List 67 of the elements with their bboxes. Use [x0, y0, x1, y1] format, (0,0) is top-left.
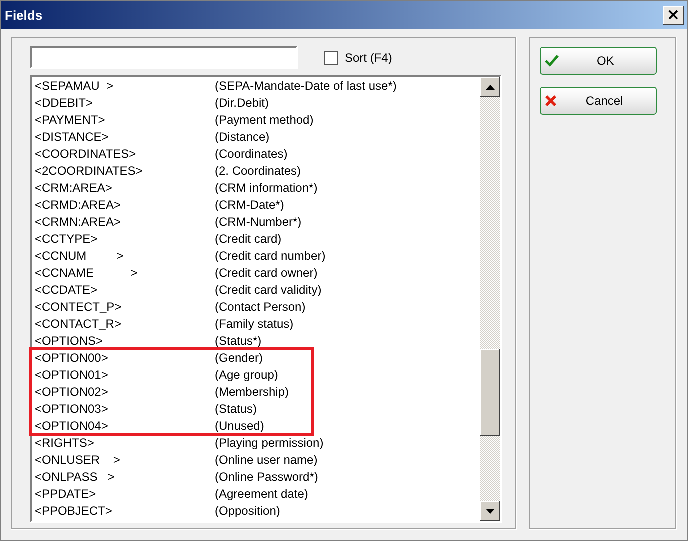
field-code[interactable]: <OPTION01>: [35, 368, 215, 382]
field-description[interactable]: (Contact Person): [215, 300, 306, 314]
field-code[interactable]: <OPTIONS>: [35, 334, 215, 348]
search-field[interactable]: [30, 46, 298, 69]
field-description[interactable]: (Status*): [215, 334, 262, 348]
field-description[interactable]: (Credit card): [215, 232, 282, 246]
field-description[interactable]: (Credit card owner): [215, 266, 318, 280]
field-description[interactable]: (Dir.Debit): [215, 96, 270, 110]
field-code[interactable]: <RIGHTS>: [35, 436, 215, 450]
field-code[interactable]: <CRM:AREA>: [35, 180, 215, 194]
field-description[interactable]: (Status): [215, 402, 258, 416]
field-code[interactable]: <PPOBJECT>: [35, 504, 215, 518]
field-description[interactable]: (Online Password*): [215, 470, 318, 484]
field-description[interactable]: (Online user name): [215, 452, 318, 466]
field-description[interactable]: (Family status): [215, 316, 294, 330]
field-description[interactable]: (Membership): [215, 384, 290, 398]
field-description[interactable]: (Coordinates): [215, 146, 288, 160]
checkbox-label: Sort (F4): [345, 50, 392, 64]
scroll-thumb[interactable]: [480, 349, 500, 436]
scroll-up-button[interactable]: [480, 77, 500, 97]
field-code[interactable]: <SEPAMAU >: [35, 78, 215, 92]
field-code[interactable]: <COORDINATES>: [35, 146, 215, 160]
field-description[interactable]: (CRM-Number*): [215, 214, 302, 228]
field-description[interactable]: (Unused): [215, 418, 264, 432]
field-description[interactable]: (Playing permission): [215, 436, 324, 450]
field-description[interactable]: (Credit card number): [215, 248, 326, 262]
field-description[interactable]: (CRM information*): [215, 180, 318, 194]
field-description[interactable]: (Distance): [215, 130, 270, 144]
field-code[interactable]: <CCNAME >: [35, 266, 215, 280]
up-arrow-icon: [486, 84, 495, 90]
field-code[interactable]: <PPDATE>: [35, 486, 215, 500]
field-code[interactable]: <CCDATE>: [35, 282, 215, 296]
field-code[interactable]: <OPTION02>: [35, 384, 215, 398]
scroll-down-button[interactable]: [480, 501, 500, 521]
scrollbar[interactable]: [480, 77, 500, 521]
field-description[interactable]: (Credit card validity): [215, 282, 322, 296]
field-code[interactable]: <ONLUSER >: [35, 452, 215, 466]
field-description[interactable]: (Opposition): [215, 504, 280, 518]
field-code[interactable]: <CONTECT_P>: [35, 300, 215, 314]
field-code[interactable]: <OPTION00>: [35, 350, 215, 364]
field-code[interactable]: <CCNUM >: [35, 248, 215, 262]
field-code[interactable]: <DISTANCE>: [35, 130, 215, 144]
field-code[interactable]: <CONTACT_R>: [35, 316, 215, 330]
close-button[interactable]: ×: [663, 6, 684, 24]
field-description[interactable]: (Gender): [215, 350, 264, 364]
checkbox[interactable]: [324, 50, 338, 64]
field-description[interactable]: (2. Coordinates): [215, 164, 302, 178]
down-arrow-icon: [486, 508, 495, 514]
field-code[interactable]: <ONLPASS >: [35, 470, 215, 484]
window-title: Fields: [5, 8, 43, 22]
field-code[interactable]: <2COORDINATES>: [35, 164, 215, 178]
field-code[interactable]: <CCTYPE>: [35, 232, 215, 246]
field-description[interactable]: (Agreement date): [215, 486, 308, 500]
checkmark-icon: [545, 55, 560, 67]
field-code[interactable]: <OPTION04>: [35, 418, 215, 432]
cancel-button[interactable]: Cancel: [540, 87, 658, 115]
cross-icon: [545, 95, 558, 107]
field-code[interactable]: <OPTION03>: [35, 402, 215, 416]
ok-button[interactable]: OK: [540, 47, 658, 75]
field-description[interactable]: (CRM-Date*): [215, 198, 284, 212]
field-code[interactable]: <CRMD:AREA>: [35, 198, 215, 212]
field-code[interactable]: <CRMN:AREA>: [35, 214, 215, 228]
field-description[interactable]: (SEPA-Mandate-Date of last use*): [215, 78, 397, 92]
field-code[interactable]: <DDEBIT>: [35, 96, 215, 110]
field-description[interactable]: (Payment method): [215, 112, 314, 126]
field-description[interactable]: (Age group): [215, 368, 278, 382]
field-code[interactable]: <PAYMENT>: [35, 112, 215, 126]
